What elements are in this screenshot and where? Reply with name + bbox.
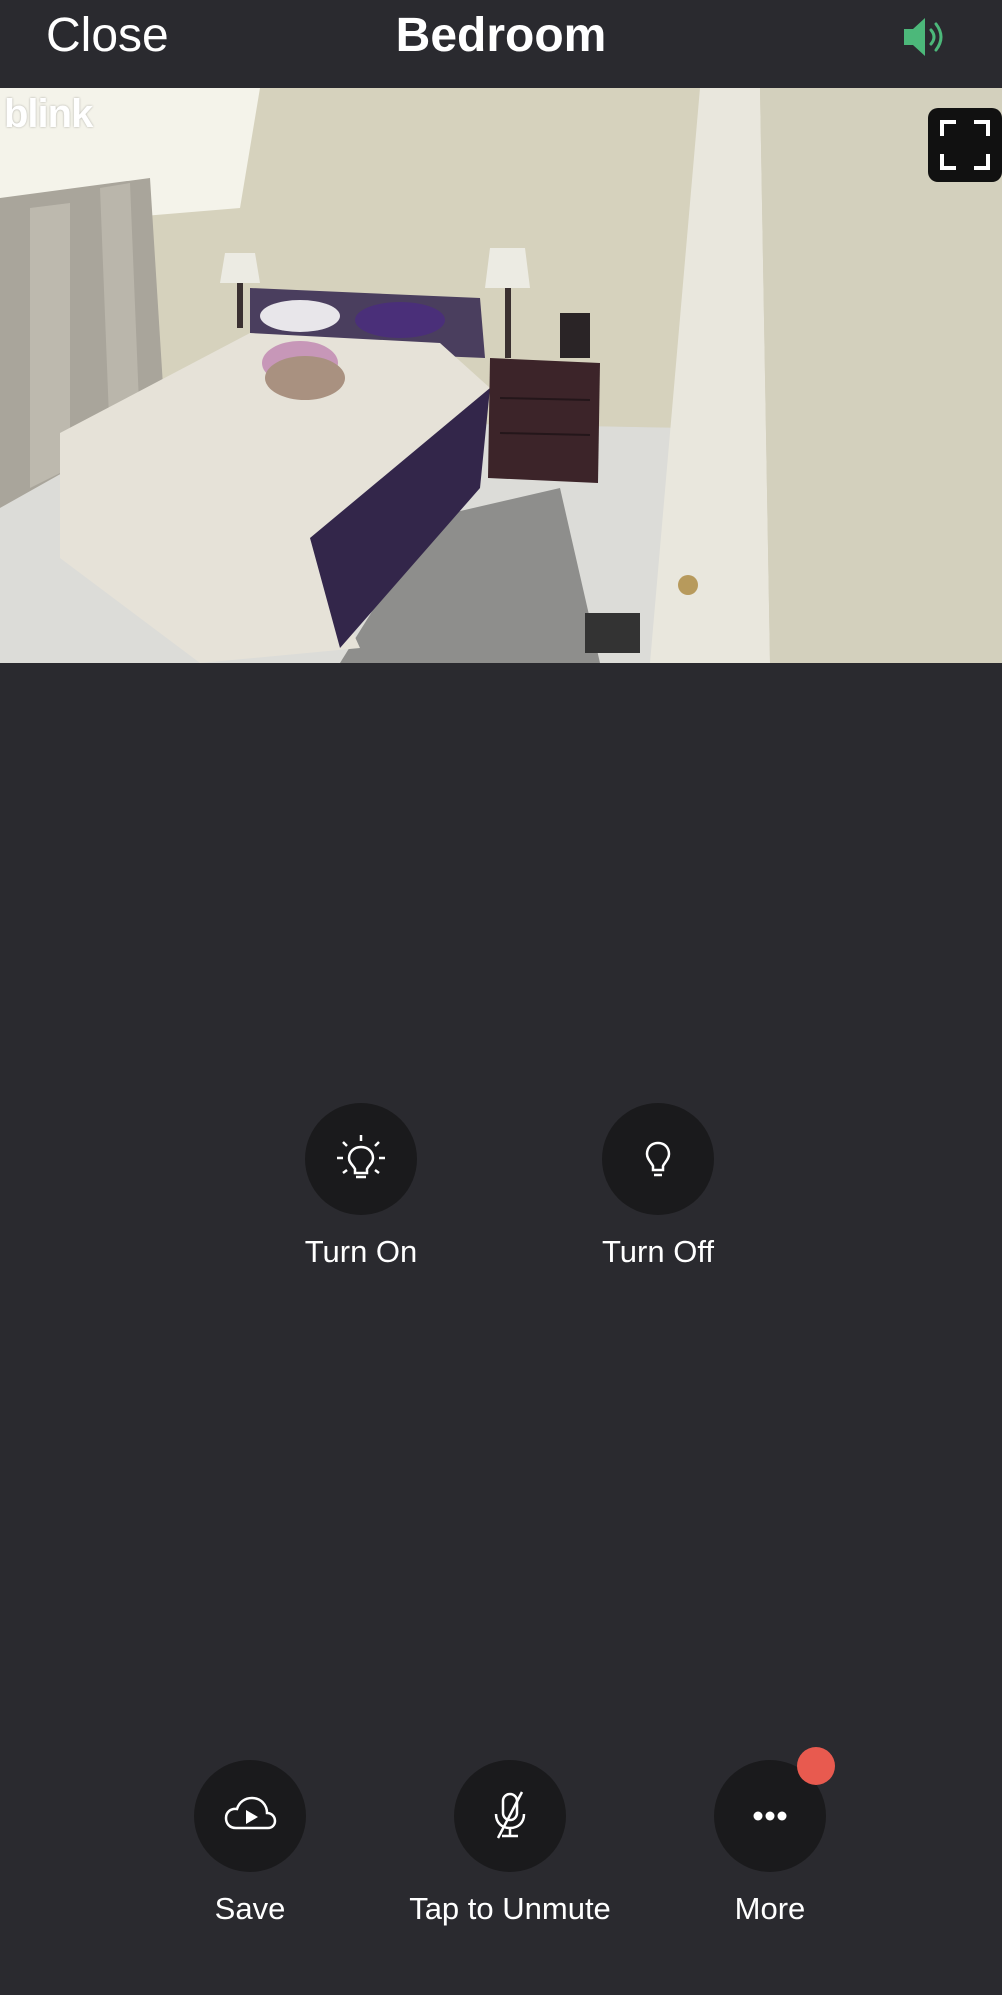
unmute-button[interactable]: [454, 1760, 566, 1872]
unmute-label: Tap to Unmute: [409, 1891, 611, 1926]
unmute-control: Tap to Unmute: [380, 1760, 640, 1928]
turn-on-button[interactable]: [305, 1103, 417, 1215]
save-control: Save: [120, 1760, 380, 1928]
header-bar: Close Bedroom: [0, 0, 1002, 88]
notification-badge: [797, 1747, 835, 1785]
cloud-play-icon: [224, 1796, 277, 1830]
more-dots-icon: [753, 1811, 787, 1821]
more-control: More: [640, 1760, 900, 1928]
page-title: Bedroom: [395, 9, 607, 62]
camera-feed[interactable]: blink: [0, 88, 1002, 663]
turn-off-label: Turn Off: [602, 1234, 714, 1269]
fullscreen-icon[interactable]: [928, 108, 1002, 182]
brand-logo: blink: [4, 92, 93, 136]
more-label: More: [734, 1891, 806, 1926]
live-view-screen: Close Bedroom blink Turn On Turn Off Sav…: [0, 0, 1002, 1995]
save-label: Save: [214, 1891, 286, 1926]
turn-off-button[interactable]: [602, 1103, 714, 1215]
bulb-off-icon: [645, 1141, 671, 1177]
bulb-on-icon: [337, 1135, 385, 1179]
turn-off-control: Turn Off: [558, 1103, 758, 1271]
speaker-on-icon[interactable]: [902, 14, 952, 60]
turn-on-label: Turn On: [304, 1234, 418, 1269]
save-button[interactable]: [194, 1760, 306, 1872]
mic-muted-icon: [494, 1791, 526, 1839]
turn-on-control: Turn On: [261, 1103, 461, 1271]
